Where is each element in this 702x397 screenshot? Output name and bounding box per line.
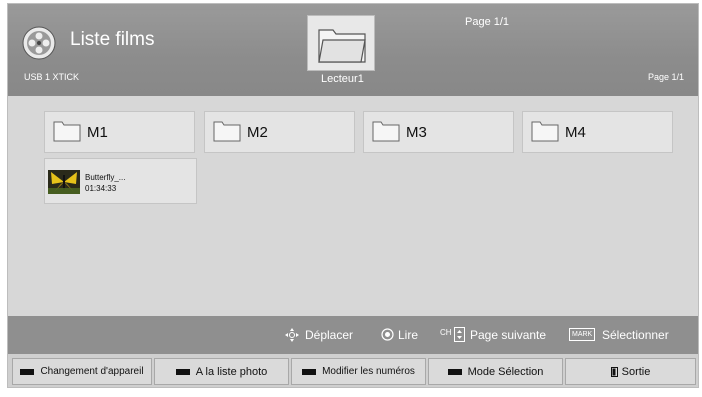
color-key-icon [302,368,317,375]
button-label: Changement d'appareil [40,366,144,377]
folder-label: M1 [87,124,108,141]
channel-up-down-icon [454,327,465,342]
movie-file-tile[interactable]: Butterfly_... 01:34:33 [44,158,197,204]
button-label: A la liste photo [195,365,268,378]
color-key-icon [447,368,462,375]
hint-select: Sélectionner [602,328,669,342]
page-title: Liste films [70,29,155,50]
hint-next-page: Page suivante [470,328,547,342]
drive-folder-button[interactable] [307,15,375,71]
folder-tile-m3[interactable]: M3 [363,111,514,153]
movie-reel-icon [22,26,56,60]
change-device-button[interactable]: Changement d'appareil [12,358,152,385]
folder-icon [53,121,81,142]
color-key-icon [20,368,35,375]
page-indicator-top: Page 1/1 [465,16,510,28]
header: Liste films USB 1 XTICK Lecteur1 Page 1/… [8,4,698,96]
file-name: Butterfly_... [85,173,126,182]
exit-button[interactable]: Sortie [565,358,696,385]
device-name: USB 1 XTICK [24,72,80,82]
exit-icon [610,366,618,377]
navigation-arrows-icon [285,328,299,342]
navigation-hint-bar: Déplacer Lire CH Page suivante MARK Séle… [8,316,698,354]
function-button-bar: Changement d'appareil A la liste photo M… [8,354,698,387]
folder-label: M2 [247,124,268,141]
folder-tile-m2[interactable]: M2 [204,111,355,153]
folder-icon [213,121,241,142]
button-label: Mode Sélection [467,365,544,378]
file-duration: 01:34:33 [85,184,117,193]
modify-numbers-button[interactable]: Modifier les numéros [291,358,426,385]
hint-move: Déplacer [305,328,354,342]
button-label: Sortie [621,365,651,378]
hint-play: Lire [398,328,419,342]
color-key-icon [175,368,190,375]
folder-icon [318,29,366,63]
movie-thumbnail [48,170,80,194]
ok-button-icon [381,328,394,341]
movie-list-screen: Liste films USB 1 XTICK Lecteur1 Page 1/… [7,3,699,388]
button-label: Modifier les numéros [322,366,415,377]
folder-icon [531,121,559,142]
page-indicator: Page 1/1 [647,72,684,82]
folder-label: M3 [406,124,427,141]
file-grid: M1 M2 M3 M4 Butterfly_... 01:34:33 [8,96,698,316]
photo-list-button[interactable]: A la liste photo [154,358,289,385]
folder-label: M4 [565,124,586,141]
drive-label: Lecteur1 [321,73,364,85]
folder-tile-m1[interactable]: M1 [44,111,195,153]
ch-label: CH [440,328,452,337]
folder-icon [372,121,400,142]
mark-button-icon: MARK [569,328,596,341]
folder-tile-m4[interactable]: M4 [522,111,673,153]
select-mode-button[interactable]: Mode Sélection [428,358,563,385]
